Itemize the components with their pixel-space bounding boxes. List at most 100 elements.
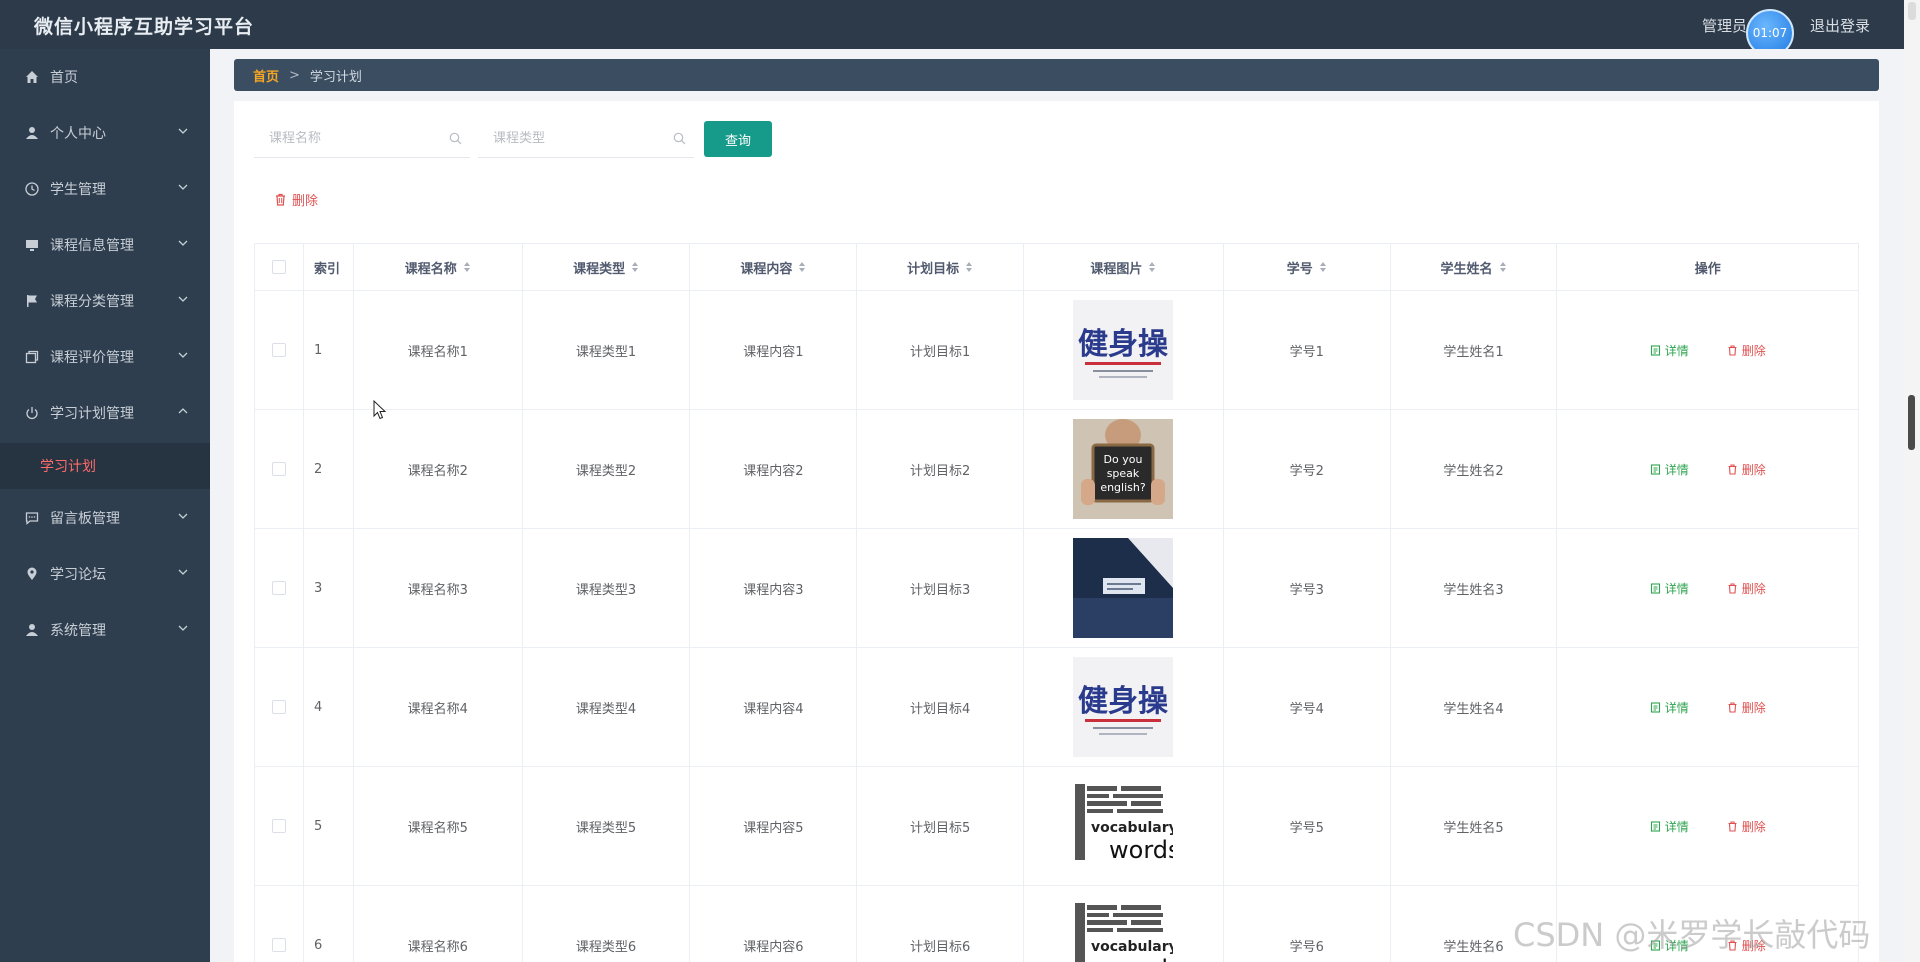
sort-icon[interactable]: [798, 261, 806, 273]
cell-course-content: 课程内容1: [690, 291, 858, 409]
sidebar-item-course-review[interactable]: 课程评价管理: [0, 334, 210, 380]
row-checkbox[interactable]: [271, 343, 286, 357]
cell-student-name: 学生姓名4: [1391, 648, 1558, 766]
detail-button[interactable]: 详情: [1650, 818, 1689, 835]
delete-label: 删除: [1741, 343, 1766, 358]
cell-actions: 详情 删除: [1557, 648, 1858, 766]
watermark: CSDN @米罗学长敲代码: [1513, 916, 1871, 954]
sidebar: 首页 个人中心 学生管理 课程信息管理 课程分类管理 课程评价管理 学习计划管理…: [0, 49, 210, 962]
query-button[interactable]: 查询: [704, 121, 772, 157]
header-checkbox-cell: [255, 244, 304, 290]
sort-icon[interactable]: [1148, 261, 1156, 273]
detail-label: 详情: [1664, 581, 1689, 596]
vertical-scrollbar[interactable]: [1904, 0, 1920, 962]
header-course-name[interactable]: 课程名称: [354, 244, 523, 290]
cell-course-image: Do you speak english?: [1024, 410, 1224, 528]
row-checkbox-cell: [255, 529, 304, 647]
row-checkbox-cell: [255, 767, 304, 885]
delete-button[interactable]: 删除: [1727, 342, 1766, 359]
batch-delete-button[interactable]: 删除: [274, 188, 318, 210]
header-course-type[interactable]: 课程类型: [523, 244, 691, 290]
sidebar-item-label: 学习论坛: [50, 567, 106, 583]
cell-plan-goal: 计划目标3: [857, 529, 1025, 647]
detail-label: 详情: [1664, 462, 1689, 477]
sidebar-item-course-category[interactable]: 课程分类管理: [0, 278, 210, 324]
column-label: 索引: [313, 261, 340, 277]
header-course-image[interactable]: 课程图片: [1024, 244, 1224, 290]
select-all-checkbox[interactable]: [271, 260, 286, 274]
course-image: 健身操: [1073, 300, 1174, 400]
row-checkbox[interactable]: [271, 700, 286, 714]
detail-button[interactable]: 详情: [1650, 461, 1689, 478]
sidebar-item-label: 个人中心: [50, 126, 106, 142]
header-student-no[interactable]: 学号: [1224, 244, 1391, 290]
chevron-down-icon: [178, 240, 188, 246]
delete-button[interactable]: 删除: [1727, 461, 1766, 478]
chevron-down-icon: [178, 625, 188, 631]
sidebar-item-label: 学习计划管理: [50, 406, 134, 422]
course-name-input[interactable]: [254, 131, 434, 146]
sort-icon[interactable]: [1319, 261, 1327, 273]
cell-actions: 详情 删除: [1557, 767, 1858, 885]
table-header: 索引 课程名称 课程类型 课程内容 计划目标 课程图片 学号 学生姓名 操作: [255, 244, 1858, 291]
cell-course-type: 课程类型4: [523, 648, 691, 766]
header-course-content[interactable]: 课程内容: [690, 244, 858, 290]
power-icon: [24, 405, 40, 421]
logout-link[interactable]: 退出登录: [1810, 15, 1870, 36]
breadcrumb-home[interactable]: 首页: [253, 66, 279, 85]
row-checkbox[interactable]: [271, 819, 286, 833]
sidebar-item-study-plan[interactable]: 学习计划管理: [0, 390, 210, 436]
detail-button[interactable]: 详情: [1650, 580, 1689, 597]
cell-course-content: 课程内容5: [690, 767, 858, 885]
sidebar-item-label: 课程分类管理: [50, 294, 134, 310]
sort-icon[interactable]: [631, 261, 639, 273]
delete-label: 删除: [1741, 819, 1766, 834]
course-image: Do youspeakenglish?: [1073, 419, 1174, 519]
delete-button[interactable]: 删除: [1727, 818, 1766, 835]
course-type-input[interactable]: [478, 131, 658, 146]
mouse-cursor-icon: [373, 400, 387, 420]
trash-icon: [1728, 820, 1737, 832]
cell-student-no: 学号5: [1224, 767, 1391, 885]
sidebar-item-students[interactable]: 学生管理: [0, 166, 210, 212]
sidebar-item-profile[interactable]: 个人中心: [0, 110, 210, 156]
table-row: 5课程名称5课程类型5课程内容5计划目标5 vocabularywords 学号5学…: [255, 767, 1858, 886]
sidebar-item-forum[interactable]: 学习论坛: [0, 551, 210, 597]
batch-delete-label: 删除: [292, 193, 319, 209]
cell-student-name: 学生姓名3: [1391, 529, 1558, 647]
sidebar-item-message-board[interactable]: 留言板管理: [0, 495, 210, 541]
sidebar-subitem-study-plan[interactable]: 学习计划: [0, 443, 210, 489]
chevron-down-icon: [178, 569, 188, 575]
sort-icon[interactable]: [965, 261, 973, 273]
header-student-name[interactable]: 学生姓名: [1391, 244, 1558, 290]
detail-button[interactable]: 详情: [1650, 699, 1689, 716]
table-row: 1 课程名称1 课程类型1 课程内容1 计划目标1 健身操 学号1 学生姓名1 详情 删除: [255, 291, 1858, 410]
column-label: 学生姓名: [1440, 261, 1493, 277]
cell-index: 4: [304, 648, 354, 766]
column-label: 学号: [1286, 261, 1313, 277]
header-plan-goal[interactable]: 计划目标: [857, 244, 1025, 290]
table-body: 1 课程名称1 课程类型1 课程内容1 计划目标1 健身操 学号1 学生姓名1 详情 删除 2 课程名…: [255, 291, 1858, 962]
sort-icon[interactable]: [1499, 261, 1507, 273]
document-icon: [1650, 463, 1660, 475]
course-image: vocabularywords: [1073, 776, 1174, 876]
sort-icon[interactable]: [463, 261, 471, 273]
cell-course-type: 课程类型1: [523, 291, 691, 409]
sidebar-item-course-info[interactable]: 课程信息管理: [0, 222, 210, 268]
trash-icon: [1728, 463, 1737, 475]
row-checkbox[interactable]: [271, 581, 286, 595]
sidebar-item-label: 留言板管理: [50, 511, 120, 527]
cell-actions: 详情 删除: [1557, 529, 1858, 647]
delete-button[interactable]: 删除: [1727, 699, 1766, 716]
cell-course-type: 课程类型5: [523, 767, 691, 885]
document-icon: [1650, 344, 1660, 356]
row-checkbox[interactable]: [271, 938, 286, 952]
detail-button[interactable]: 详情: [1650, 342, 1689, 359]
delete-button[interactable]: 删除: [1727, 580, 1766, 597]
cell-course-name: 课程名称3: [354, 529, 523, 647]
sidebar-item-home[interactable]: 首页: [0, 54, 210, 100]
scrollbar-thumb[interactable]: [1908, 395, 1915, 450]
row-checkbox[interactable]: [271, 462, 286, 476]
course-image-text: speak: [1107, 467, 1140, 480]
sidebar-item-system[interactable]: 系统管理: [0, 607, 210, 653]
